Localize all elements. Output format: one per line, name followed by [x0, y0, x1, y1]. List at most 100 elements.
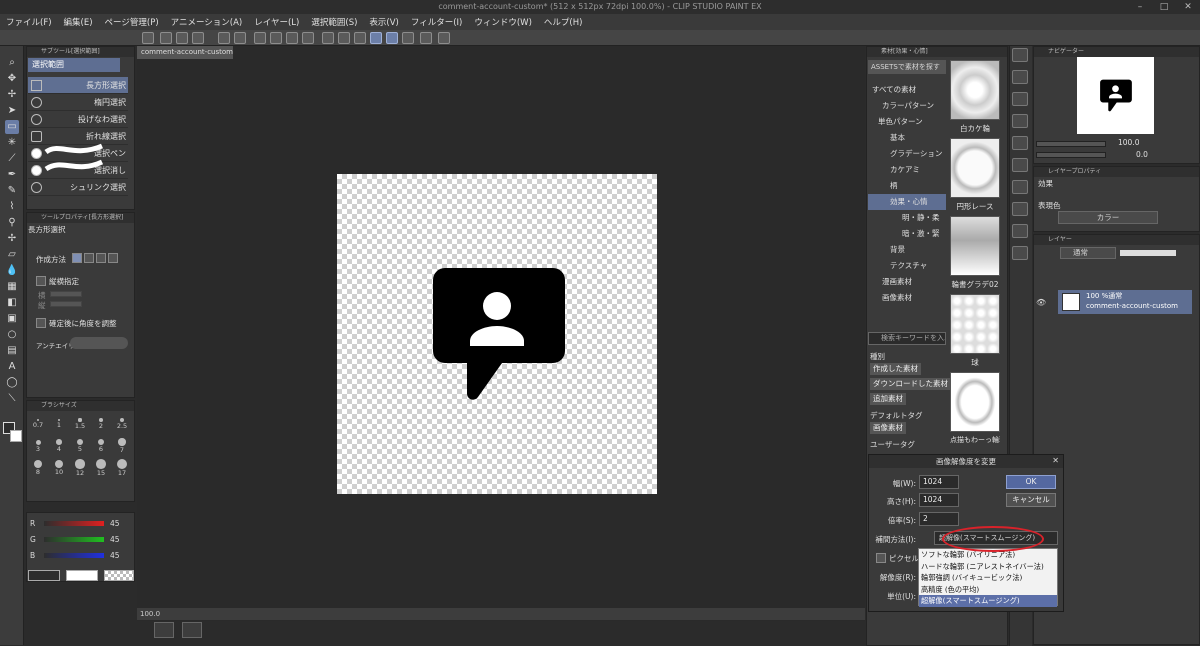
- brush-size-cell[interactable]: 15: [91, 456, 111, 477]
- frame-icon[interactable]: ○: [5, 328, 19, 342]
- pixel-checkbox[interactable]: [876, 553, 886, 563]
- zoom-value[interactable]: 100.0: [140, 610, 160, 618]
- navigator-preview[interactable]: [1077, 57, 1154, 134]
- brush-size-cell[interactable]: 0.7: [28, 412, 48, 432]
- correct-line-icon[interactable]: ⟍: [5, 392, 19, 406]
- material-icon-3[interactable]: [1012, 136, 1028, 150]
- option-bicubic[interactable]: 輪郭強調 (バイキュービック法): [919, 572, 1057, 584]
- mat-cat-texture[interactable]: テクスチャ: [868, 258, 946, 274]
- material-icon-7[interactable]: [1012, 224, 1028, 238]
- r-value[interactable]: 45: [110, 519, 120, 528]
- save-icon[interactable]: [192, 32, 204, 44]
- brush-size-cell[interactable]: 1: [49, 412, 69, 432]
- material-icon[interactable]: [1012, 92, 1028, 106]
- g-slider[interactable]: [44, 537, 104, 542]
- menu-view[interactable]: 表示(V): [369, 16, 398, 28]
- menu-window[interactable]: ウィンドウ(W): [474, 16, 532, 28]
- brush-size-cell[interactable]: 2: [91, 412, 111, 432]
- assets-icon[interactable]: [438, 32, 450, 44]
- blend-icon[interactable]: 💧: [5, 264, 19, 278]
- menu-filter[interactable]: フィルター(I): [411, 16, 462, 28]
- zoom-icon[interactable]: ⌕: [5, 56, 19, 70]
- mat-cat-manga[interactable]: 漫画素材: [868, 274, 946, 290]
- bg-color-chip[interactable]: [66, 570, 98, 581]
- layer-row[interactable]: 100 %通常 comment-account-custom: [1058, 290, 1192, 314]
- material-tile-3[interactable]: [950, 216, 1000, 276]
- option-average[interactable]: 高精度 (色の平均): [919, 584, 1057, 596]
- material-icon-8[interactable]: [1012, 246, 1028, 260]
- document-tab[interactable]: comment-account-custom* ×: [137, 46, 233, 59]
- clear-outside-icon[interactable]: [338, 32, 350, 44]
- mat-cat-background[interactable]: 背景: [868, 242, 946, 258]
- cancel-button[interactable]: キャンセル: [1006, 493, 1056, 507]
- hand-icon[interactable]: ✥: [5, 72, 19, 86]
- mat-cat-pattern[interactable]: 柄: [868, 178, 946, 194]
- brush-size-cell[interactable]: 3: [28, 434, 48, 454]
- material-tile-4[interactable]: [950, 294, 1000, 354]
- selection-icon[interactable]: ▭: [5, 120, 19, 134]
- menu-page[interactable]: ページ管理(P): [105, 16, 159, 28]
- tag-downloaded[interactable]: ダウンロードした素材: [870, 378, 951, 390]
- mat-cat-image[interactable]: 画像素材: [868, 290, 946, 306]
- brush-size-cell[interactable]: 2.5: [112, 412, 132, 432]
- move-icon[interactable]: ✢: [5, 88, 19, 102]
- material-icon-5[interactable]: [1012, 180, 1028, 194]
- option-nearest[interactable]: ハードな輪郭 (ニアレストネイバー法): [919, 561, 1057, 573]
- search-icon[interactable]: [1012, 48, 1028, 62]
- menu-layer[interactable]: レイヤー(L): [254, 16, 299, 28]
- fg-color-chip[interactable]: [28, 570, 60, 581]
- mat-cat-color-pattern[interactable]: カラーパターン: [868, 98, 946, 114]
- mat-cat-effect[interactable]: 効果・心情: [868, 194, 946, 210]
- decoration-icon[interactable]: ✢: [5, 232, 19, 246]
- brush-size-cell[interactable]: 8: [28, 456, 48, 476]
- transform-icon[interactable]: [302, 32, 314, 44]
- brush-size-cell[interactable]: 17: [112, 456, 132, 477]
- navigator-angle[interactable]: 0.0: [1136, 150, 1148, 159]
- settings-icon[interactable]: [420, 32, 432, 44]
- navigator-zoom-slider[interactable]: [1036, 141, 1106, 147]
- mat-cat-gradation[interactable]: グラデーション: [868, 146, 946, 162]
- subtool-item-rectangle[interactable]: 長方形選択: [28, 77, 128, 94]
- balloon-icon[interactable]: ◯: [5, 376, 19, 390]
- navigator-angle-slider[interactable]: [1036, 152, 1106, 158]
- mat-cat-basic[interactable]: 基本: [868, 130, 946, 146]
- studio-icon[interactable]: [142, 32, 154, 44]
- clear-icon[interactable]: [322, 32, 334, 44]
- b-slider[interactable]: [44, 553, 104, 558]
- fill-icon[interactable]: [286, 32, 298, 44]
- mode-subtract-icon[interactable]: [96, 253, 106, 263]
- r-slider[interactable]: [44, 521, 104, 526]
- canvas[interactable]: [337, 174, 657, 494]
- pen-icon[interactable]: ✒: [5, 168, 19, 182]
- fit-icon[interactable]: [182, 622, 202, 638]
- snap-ruler-icon[interactable]: [370, 32, 382, 44]
- mode-new-icon[interactable]: [72, 253, 82, 263]
- new-icon[interactable]: [160, 32, 172, 44]
- menu-help[interactable]: ヘルプ(H): [544, 16, 583, 28]
- option-smart-smoothing[interactable]: 超解像(スマートスムージング): [919, 595, 1057, 607]
- eraser-icon[interactable]: ▱: [5, 248, 19, 262]
- subtool-item-lasso[interactable]: 投げなわ選択: [28, 111, 128, 128]
- material-tile-2[interactable]: [950, 138, 1000, 198]
- mat-cat-all[interactable]: すべての素材: [868, 82, 946, 98]
- page-list-icon[interactable]: [154, 622, 174, 638]
- figure-icon[interactable]: ▣: [5, 312, 19, 326]
- pencil-icon[interactable]: ✎: [5, 184, 19, 198]
- mat-cat-mono-pattern[interactable]: 単色パターン: [868, 114, 946, 130]
- fill-tool-icon[interactable]: ▦: [5, 280, 19, 294]
- b-value[interactable]: 45: [110, 551, 120, 560]
- deselect-icon[interactable]: [270, 32, 282, 44]
- aspect-checkbox[interactable]: [36, 276, 46, 286]
- menu-animation[interactable]: アニメーション(A): [171, 16, 243, 28]
- redo-icon[interactable]: [234, 32, 246, 44]
- blend-mode-select[interactable]: 通常: [1060, 247, 1116, 259]
- snap-grid-icon[interactable]: [402, 32, 414, 44]
- menu-file[interactable]: ファイル(F): [6, 16, 52, 28]
- tag-image-material[interactable]: 画像素材: [870, 422, 906, 434]
- tag-created[interactable]: 作成した素材: [870, 363, 921, 375]
- opacity-slider[interactable]: [1120, 250, 1176, 256]
- text-icon[interactable]: A: [5, 360, 19, 374]
- airbrush-icon[interactable]: ⚲: [5, 216, 19, 230]
- brush-size-cell[interactable]: 1.5: [70, 412, 90, 432]
- g-value[interactable]: 45: [110, 535, 120, 544]
